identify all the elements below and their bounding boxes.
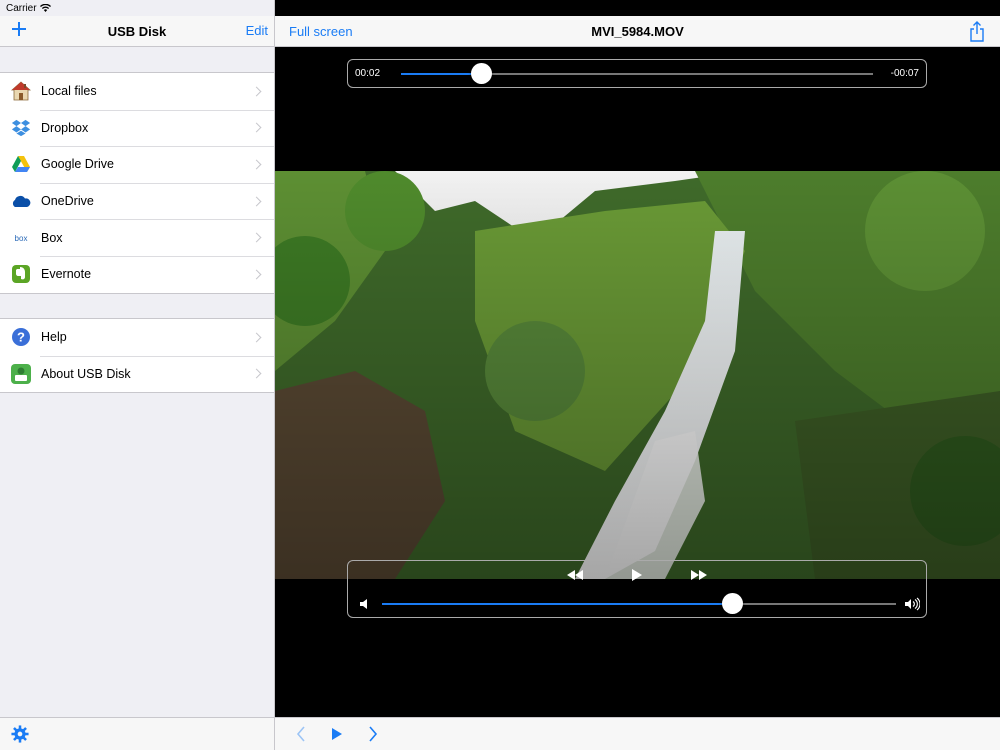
progress-track[interactable] xyxy=(401,62,873,84)
chevron-right-icon xyxy=(251,159,262,170)
chevron-right-icon xyxy=(251,368,262,379)
sidebar-item-box[interactable]: box Box xyxy=(0,219,274,256)
volume-low-icon xyxy=(360,599,367,609)
sidebar-item-evernote[interactable]: Evernote xyxy=(0,255,274,293)
waterfall-video-image xyxy=(275,171,1000,579)
storage-list: Local files Dropbox Google Drive OneDriv… xyxy=(0,72,274,294)
sidebar-item-about[interactable]: About USB Disk xyxy=(0,355,274,393)
wifi-icon xyxy=(39,4,51,12)
remaining-time: -00:07 xyxy=(890,68,919,79)
share-icon[interactable] xyxy=(968,21,986,43)
chevron-right-icon xyxy=(251,269,262,280)
progress-handle[interactable] xyxy=(471,62,493,84)
transport-buttons xyxy=(348,567,926,583)
play-button[interactable] xyxy=(626,567,648,583)
sidebar: USB Disk Edit Local files Dropbox Google… xyxy=(0,0,275,750)
file-title: MVI_5984.MOV xyxy=(591,23,684,39)
volume-fill xyxy=(382,603,732,605)
google-drive-icon xyxy=(11,154,31,174)
chevron-right-icon xyxy=(251,332,262,343)
play-icon xyxy=(632,569,642,581)
fast-forward-button[interactable] xyxy=(688,567,710,583)
sidebar-item-label: Evernote xyxy=(41,267,92,282)
chevron-right-icon xyxy=(251,232,262,243)
rewind-icon xyxy=(567,570,583,580)
sidebar-item-label: Dropbox xyxy=(41,120,89,135)
sidebar-navbar: USB Disk Edit xyxy=(0,16,274,47)
volume-track[interactable] xyxy=(382,593,896,614)
evernote-icon xyxy=(11,264,31,284)
info-list: ? Help About USB Disk xyxy=(0,318,274,394)
sidebar-toolbar xyxy=(0,717,274,750)
next-button[interactable] xyxy=(365,726,381,742)
sidebar-item-local-files[interactable]: Local files xyxy=(0,73,274,110)
status-time: 5:34 PM xyxy=(481,2,519,14)
help-icon: ? xyxy=(11,327,31,347)
status-bar: Carrier 5:34 PM 100% xyxy=(0,0,1000,16)
gear-icon[interactable] xyxy=(11,725,29,743)
chevron-left-icon xyxy=(296,726,305,742)
usb-disk-icon xyxy=(11,363,31,384)
sidebar-item-onedrive[interactable]: OneDrive xyxy=(0,182,274,220)
volume-handle[interactable] xyxy=(721,593,743,614)
play-icon xyxy=(332,728,342,740)
sidebar-item-google-drive[interactable]: Google Drive xyxy=(0,146,274,183)
add-button[interactable] xyxy=(10,20,28,38)
sidebar-item-help[interactable]: ? Help xyxy=(0,319,274,356)
sidebar-item-label: Local files xyxy=(41,84,97,99)
onedrive-icon xyxy=(11,191,31,211)
sidebar-item-label: Box xyxy=(41,230,63,245)
sidebar-item-dropbox[interactable]: Dropbox xyxy=(0,109,274,147)
fullscreen-button[interactable]: Full screen xyxy=(289,24,353,39)
sidebar-title: USB Disk xyxy=(107,23,167,39)
battery-label: 100% xyxy=(942,2,968,14)
progress-fill xyxy=(401,72,482,75)
carrier-label: Carrier xyxy=(6,2,37,14)
svg-text:box: box xyxy=(15,234,28,243)
play-toolbar-button[interactable] xyxy=(329,726,345,742)
player-pane: Full screen MVI_5984.MOV 00:02 -00:07 xyxy=(275,0,1000,750)
previous-button[interactable] xyxy=(293,726,309,742)
box-icon: box xyxy=(11,228,31,248)
chevron-right-icon xyxy=(369,726,378,742)
fast-forward-icon xyxy=(691,570,707,580)
dropbox-icon xyxy=(11,118,31,138)
chevron-right-icon xyxy=(251,86,262,97)
volume-control xyxy=(358,593,920,614)
sidebar-item-label: About USB Disk xyxy=(41,366,131,381)
sidebar-item-label: Help xyxy=(41,330,67,345)
battery-fill xyxy=(974,5,992,11)
elapsed-time: 00:02 xyxy=(355,68,381,79)
chevron-right-icon xyxy=(251,196,262,207)
player-toolbar xyxy=(275,717,1000,750)
svg-text:?: ? xyxy=(17,330,25,345)
playback-controls xyxy=(347,560,927,618)
status-right: 100% xyxy=(942,2,996,14)
battery-icon xyxy=(972,3,996,13)
chevron-right-icon xyxy=(251,122,262,133)
rewind-button[interactable] xyxy=(564,567,586,583)
video-frame[interactable] xyxy=(275,171,1000,579)
volume-high-icon xyxy=(905,597,920,611)
player-navbar: Full screen MVI_5984.MOV xyxy=(275,16,1000,47)
sidebar-item-label: Google Drive xyxy=(41,157,114,172)
sidebar-item-label: OneDrive xyxy=(41,194,94,209)
status-left: Carrier xyxy=(6,3,51,14)
time-scrubber: 00:02 -00:07 xyxy=(347,59,927,88)
edit-button[interactable]: Edit xyxy=(246,23,268,38)
house-icon xyxy=(11,81,31,101)
